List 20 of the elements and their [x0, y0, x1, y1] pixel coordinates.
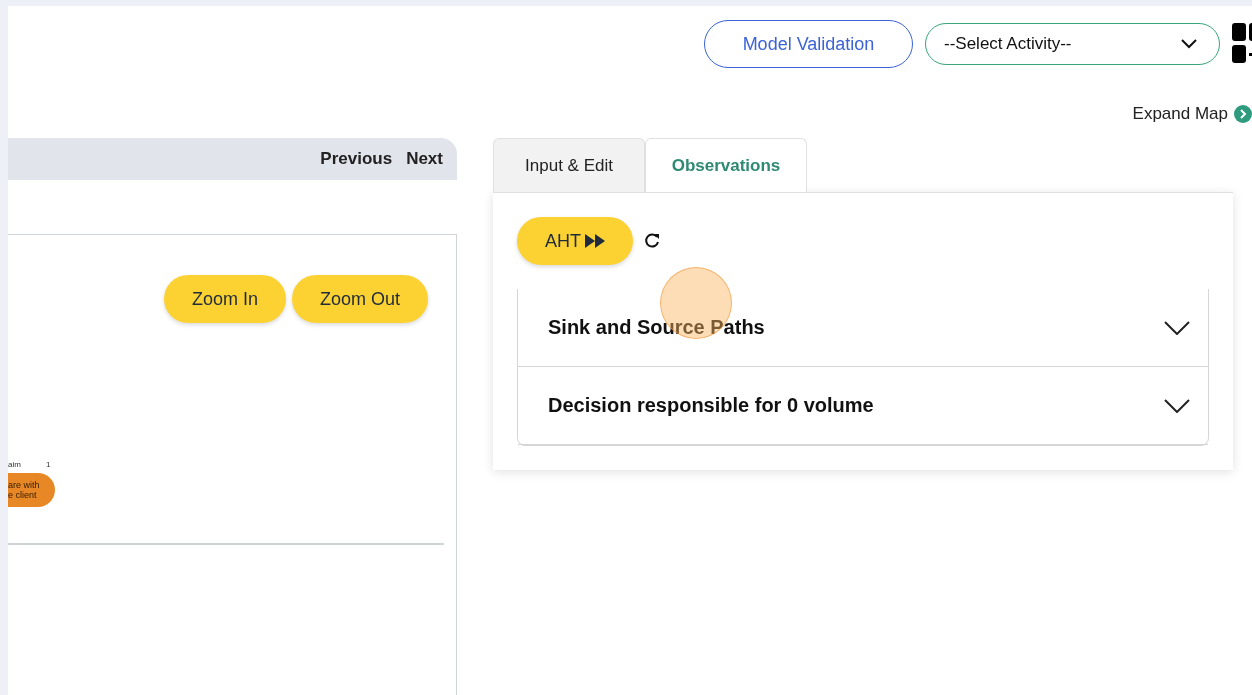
aht-button[interactable]: AHT	[517, 217, 633, 265]
chevron-right-icon[interactable]	[1234, 105, 1252, 123]
node-count: 1	[46, 460, 51, 469]
fast-forward-icon	[585, 234, 605, 248]
nav-link[interactable]: Previous	[316, 149, 397, 169]
accordion-header[interactable]: Decision responsible for 0 volume	[518, 367, 1208, 445]
tab[interactable]: Input & Edit	[493, 138, 645, 192]
zoom-button[interactable]: Zoom In	[163, 275, 286, 323]
refresh-icon[interactable]	[643, 232, 661, 250]
node-caption: aim	[8, 460, 21, 469]
process-node: are with e client	[8, 473, 55, 507]
nav-link[interactable]: Next	[402, 149, 447, 169]
zoom-button[interactable]: Zoom Out	[291, 275, 428, 323]
accordion-header[interactable]: Sink and Source Paths	[518, 289, 1208, 367]
chevron-icon	[1164, 398, 1190, 413]
model-validation-button[interactable]: Model Validation	[704, 20, 913, 68]
chevron-icon	[1164, 320, 1190, 335]
expand-map-link[interactable]: Expand Map	[1132, 104, 1228, 124]
tab[interactable]: Observations	[645, 138, 807, 192]
chevron-down-icon	[1181, 39, 1197, 49]
